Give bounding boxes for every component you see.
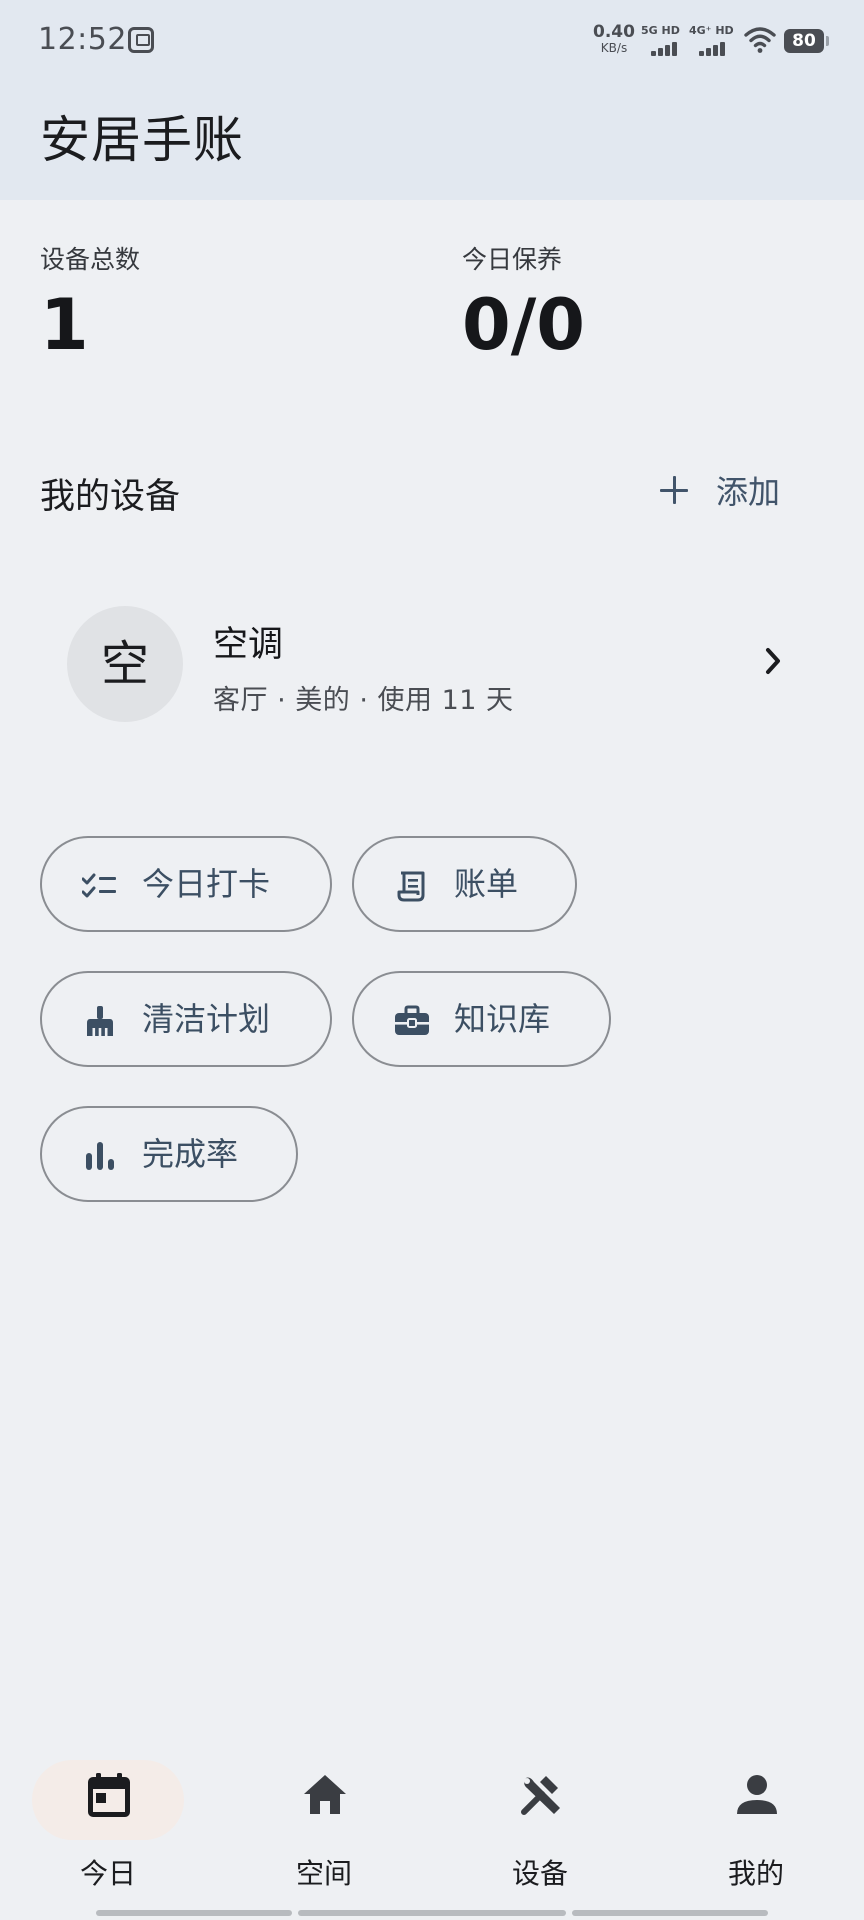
signal-1-label: 5G HD	[641, 24, 680, 37]
nav-item-space-label: 空间	[295, 1857, 352, 1890]
completion-rate-chip-label: 完成率	[142, 1135, 239, 1173]
plus-icon	[660, 476, 688, 504]
device-name: 空调	[213, 625, 284, 665]
nav-item-today[interactable]: 今日	[0, 1756, 216, 1920]
device-list-item[interactable]: 空 空调 客厅 · 美的 · 使用 11 天	[40, 590, 830, 734]
stat-today-maintenance-value: 0/0	[462, 284, 585, 366]
nav-item-space[interactable]: 空间	[216, 1756, 432, 1920]
bill-chip[interactable]: 账单	[352, 836, 577, 932]
section-title-my-devices: 我的设备	[40, 477, 181, 517]
network-speed: 0.40 KB/s	[593, 22, 635, 55]
cellular-signal-4g-icon: 4G⁺ HD	[689, 24, 734, 56]
chevron-right-icon	[766, 648, 780, 674]
nav-item-today-label: 今日	[79, 1857, 136, 1890]
add-device-label: 添加	[716, 473, 781, 511]
cleaning-plan-chip-label: 清洁计划	[142, 1000, 271, 1038]
knowledge-base-chip-label: 知识库	[454, 1000, 551, 1038]
stat-total-devices: 设备总数 1	[40, 240, 140, 360]
nav-item-devices[interactable]: 设备	[432, 1756, 648, 1920]
device-meta: 客厅 · 美的 · 使用 11 天	[213, 685, 514, 716]
battery-icon: 80	[784, 29, 829, 53]
nav-item-mine[interactable]: 我的	[648, 1756, 864, 1920]
network-speed-value: 0.40	[593, 22, 635, 42]
knowledge-base-chip[interactable]: 知识库	[352, 971, 611, 1067]
device-avatar: 空	[67, 606, 183, 722]
nav-item-devices-label: 设备	[511, 1857, 568, 1890]
add-device-button[interactable]: 添加	[660, 460, 780, 520]
home-icon	[304, 1775, 346, 1814]
cellular-signal-5g-icon: 5G HD	[641, 24, 683, 56]
checklist-icon	[82, 873, 116, 898]
bill-chip-label: 账单	[454, 865, 519, 903]
tools-icon	[521, 1776, 560, 1815]
nav-item-mine-label: 我的	[727, 1857, 784, 1890]
completion-rate-chip[interactable]: 完成率	[40, 1106, 298, 1202]
cleaning-plan-chip[interactable]: 清洁计划	[40, 971, 332, 1067]
app-screen: 12:52 0.40 KB/s 5G HD 4G⁺ HD 80 安居手账 设备总…	[0, 0, 864, 1920]
calendar-icon	[88, 1773, 130, 1817]
bar-chart-icon	[86, 1142, 114, 1170]
top-app-bar: 12:52 0.40 KB/s 5G HD 4G⁺ HD 80 安居手账	[0, 0, 864, 200]
checkin-chip-label: 今日打卡	[142, 865, 271, 903]
screenshot-app-icon	[128, 27, 154, 53]
receipt-icon	[397, 871, 425, 902]
stat-total-devices-value: 1	[40, 284, 89, 366]
stat-today-maintenance: 今日保养 0/0	[462, 240, 585, 360]
signal-2-label: 4G⁺ HD	[689, 24, 734, 37]
bottom-navigation: 今日 空间 设备 我的	[0, 1756, 864, 1920]
status-time: 12:52	[38, 22, 127, 57]
gesture-bar-segment	[572, 1910, 768, 1916]
stat-total-devices-label: 设备总数	[40, 245, 141, 274]
broom-icon	[87, 1006, 113, 1036]
stat-today-maintenance-label: 今日保养	[462, 245, 563, 274]
gesture-bar-segment	[298, 1910, 566, 1916]
person-icon	[737, 1775, 777, 1814]
checkin-chip[interactable]: 今日打卡	[40, 836, 332, 932]
network-speed-unit: KB/s	[600, 41, 628, 55]
gesture-bar-segment	[96, 1910, 292, 1916]
toolbox-icon	[395, 1005, 429, 1035]
status-bar: 12:52 0.40 KB/s 5G HD 4G⁺ HD 80	[0, 0, 864, 82]
app-title: 安居手账	[40, 111, 244, 169]
wifi-icon	[744, 27, 776, 53]
